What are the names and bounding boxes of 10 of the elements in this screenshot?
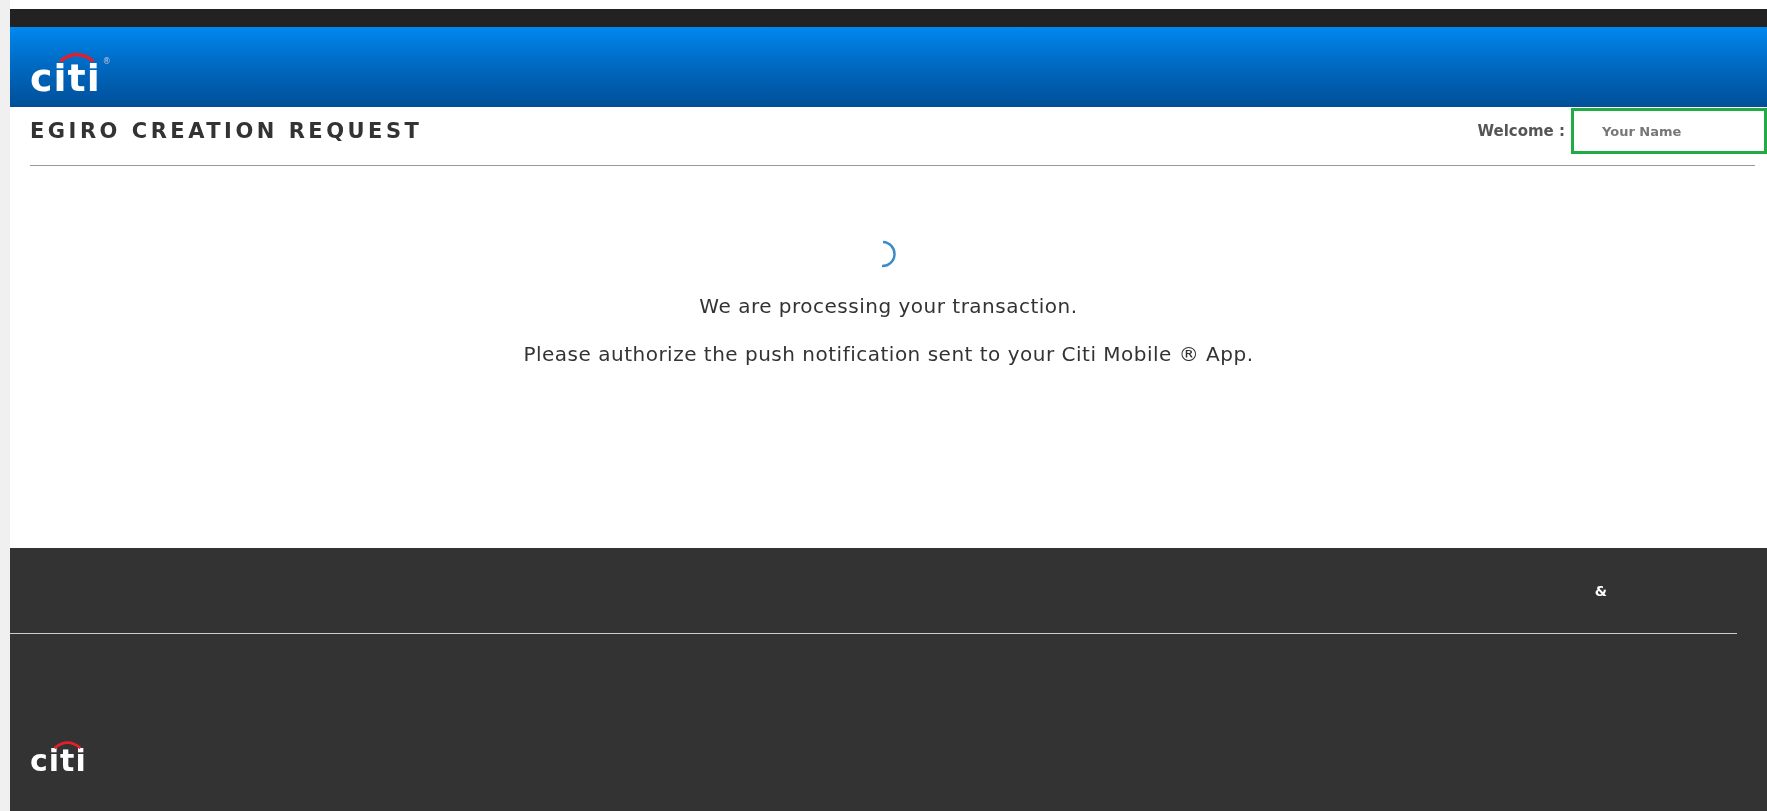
footer-logo: citi: [30, 746, 87, 776]
status-message: We are processing your transaction.: [699, 294, 1078, 318]
page-title: EGIRO CREATION REQUEST: [30, 119, 423, 143]
welcome-label: Welcome :: [1477, 122, 1565, 140]
status-message: Please authorize the push notification sent to your Citi Mobile ® App.: [523, 342, 1254, 366]
loading-spinner-icon: [880, 240, 897, 268]
citi-logo: citi: [30, 59, 101, 97]
footer-symbol: &: [1594, 582, 1607, 599]
name-field[interactable]: Your Name: [1571, 108, 1767, 154]
registered-mark: ®: [102, 57, 111, 66]
